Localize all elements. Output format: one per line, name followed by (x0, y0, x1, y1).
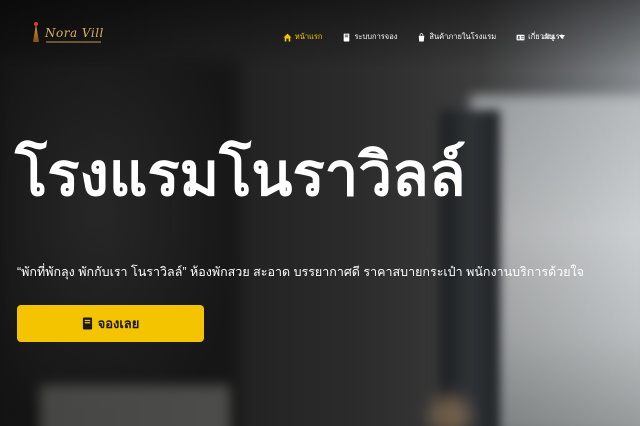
nav-item-home[interactable]: หน้าแรก (283, 31, 323, 43)
logo-text: Nora Vill (45, 26, 104, 40)
nav-item-label: สินค้าภายในโรงแรม (429, 32, 497, 41)
book-icon (82, 317, 92, 330)
id-card-icon (516, 34, 525, 40)
nav-item-products[interactable]: สินค้าภายในโรงแรม (417, 31, 496, 43)
tower-logo-icon (30, 22, 42, 44)
home-icon (283, 33, 292, 41)
book-now-label: จองเลย (97, 316, 140, 331)
nav-item-label: หน้าแรก (294, 32, 323, 41)
caret-down-icon (558, 35, 565, 39)
navbar: Nora Vill หน้าแรก ระบบการจอง สินค้าภายใน… (0, 0, 640, 70)
book-icon (344, 33, 350, 41)
site-logo[interactable]: Nora Vill (30, 22, 104, 44)
hero-section: Nora Vill หน้าแรก ระบบการจอง สินค้าภายใน… (0, 0, 640, 426)
nav-item-booking[interactable]: ระบบการจอง (342, 31, 397, 43)
logo-underline (46, 41, 101, 43)
hero-title: โรงแรมโนราวิลล์ (15, 141, 466, 208)
shopping-bag-icon (419, 32, 425, 41)
main-nav: หน้าแรก ระบบการจอง สินค้าภายในโรงแรม เกี… (283, 31, 564, 43)
book-now-button[interactable]: จองเลย (17, 305, 204, 342)
menu-label: เมนู (542, 32, 555, 41)
hero-tagline: “พักที่พักลุง พักกับเรา โนราวิลล์” ห้องพ… (17, 265, 584, 279)
nav-item-label: ระบบการจอง (354, 32, 398, 41)
menu-dropdown[interactable]: เมนู (542, 31, 565, 43)
